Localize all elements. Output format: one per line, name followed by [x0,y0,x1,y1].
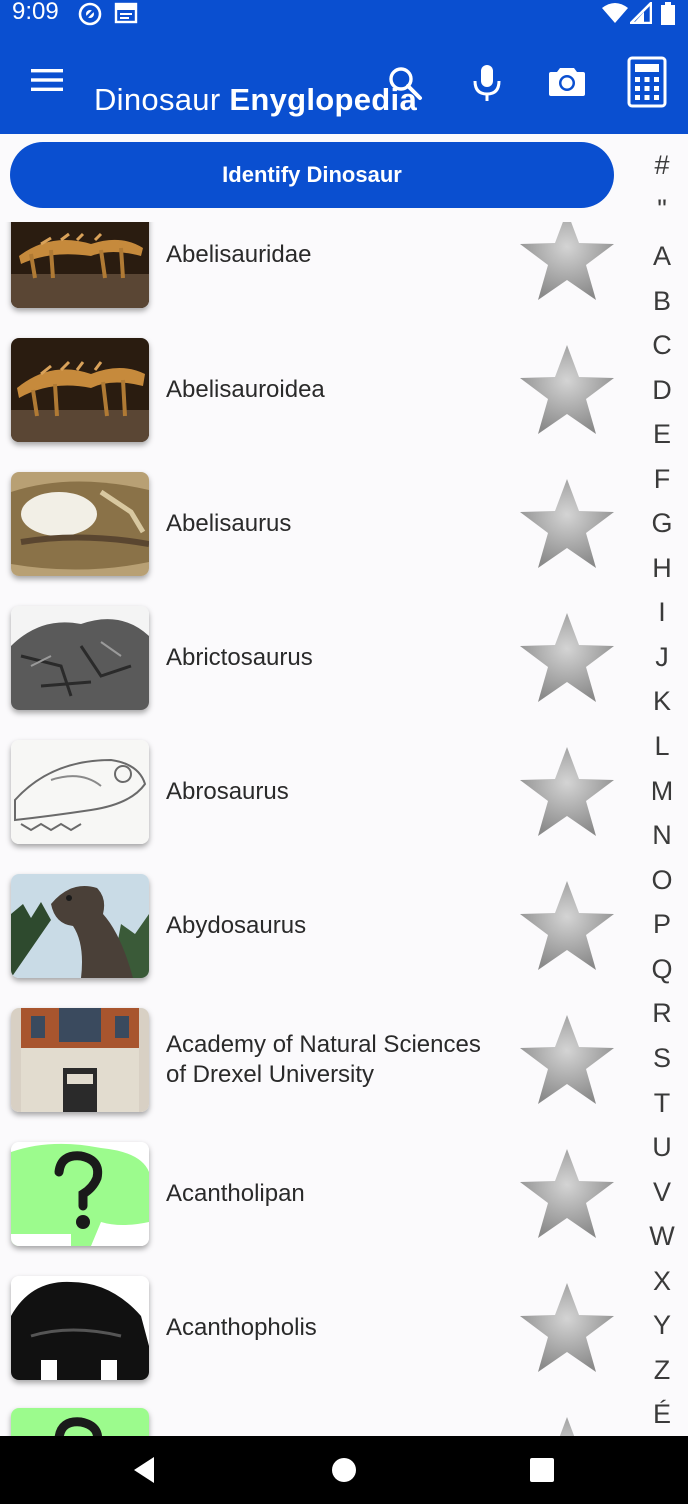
index-letter[interactable]: N [630,820,688,851]
index-letter[interactable]: O [630,865,688,896]
sim-card-icon [114,2,138,29]
dinosaur-name: Abrictosaurus [166,644,313,671]
alphabet-index[interactable]: # " A B C D E F G H I J K L M N O P Q R … [630,146,688,1436]
star-icon[interactable] [516,1145,618,1243]
index-letter[interactable]: D [630,375,688,406]
dinosaur-thumbnail [11,1408,149,1436]
star-icon[interactable] [516,743,618,841]
list-item[interactable]: Abrictosaurus [0,591,630,725]
status-bar: 9:09 [0,0,688,30]
navigation-bar [0,1436,688,1504]
dinosaur-thumbnail [11,222,149,308]
index-letter[interactable]: Q [630,954,688,985]
index-letter[interactable]: C [630,330,688,361]
dinosaur-thumbnail [11,874,149,978]
index-letter[interactable]: G [630,508,688,539]
list-item[interactable] [0,1395,630,1436]
index-letter[interactable]: J [630,642,688,673]
star-icon[interactable] [516,1279,618,1377]
index-letter[interactable]: F [630,464,688,495]
battery-icon [660,2,676,31]
index-letter[interactable]: A [630,241,688,272]
home-icon[interactable] [309,1436,379,1504]
list-item[interactable]: Abydosaurus [0,859,630,993]
dinosaur-thumbnail [11,472,149,576]
index-letter[interactable]: R [630,998,688,1029]
list-item[interactable]: Acantholipan [0,1127,630,1261]
star-icon[interactable] [516,475,618,573]
microphone-icon[interactable] [462,58,512,108]
dinosaur-name: Acantholipan [166,1180,305,1207]
index-letter[interactable]: K [630,686,688,717]
status-time: 9:09 [12,0,59,25]
index-letter[interactable]: X [630,1266,688,1297]
screen: 9:09 Dinosaur Enyglopedia Identify Dinos… [0,0,688,1504]
dinosaur-name: Abrosaurus [166,778,289,805]
signal-icon [627,0,653,29]
index-letter[interactable]: P [630,909,688,940]
list-item[interactable]: Abelisauroidea [0,323,630,457]
dinosaur-name: Abydosaurus [166,912,307,939]
list-item[interactable]: Acanthopholis [0,1261,630,1395]
index-letter[interactable]: # [630,150,688,181]
recents-icon[interactable] [507,1436,577,1504]
page-title: Dinosaur Enyglopedia [94,82,417,118]
index-letter[interactable]: T [630,1088,688,1119]
wifi-icon [601,2,629,29]
list-item[interactable]: Abelisaurus [0,457,630,591]
dinosaur-thumbnail [11,338,149,442]
star-icon[interactable] [516,341,618,439]
star-icon[interactable] [516,222,618,305]
star-icon[interactable] [516,1011,618,1109]
calculator-icon[interactable] [624,54,670,110]
index-letter[interactable]: B [630,286,688,317]
list-item[interactable]: Abrosaurus [0,725,630,859]
index-letter[interactable]: M [630,776,688,807]
back-icon[interactable] [110,1436,180,1504]
index-letter[interactable]: U [630,1132,688,1163]
star-icon[interactable] [516,1413,618,1436]
list-item[interactable]: Abelisauridae [0,222,630,323]
index-letter[interactable]: " [630,194,688,225]
menu-icon[interactable] [22,58,72,102]
index-letter[interactable]: V [630,1177,688,1208]
app-bar: Dinosaur Enyglopedia [0,30,688,134]
index-letter[interactable]: I [630,597,688,628]
index-letter[interactable]: Z [630,1355,688,1386]
index-letter[interactable]: Y [630,1310,688,1341]
index-letter[interactable]: E [630,419,688,450]
dinosaur-name: Acanthopholis [166,1314,317,1341]
dinosaur-thumbnail [11,740,149,844]
star-icon[interactable] [516,609,618,707]
camera-icon[interactable] [542,58,592,104]
index-letter[interactable]: L [630,731,688,762]
dinosaur-name: Abelisauroidea [166,376,325,403]
page-title-part1: Dinosaur [94,82,230,117]
dinosaur-thumbnail [11,606,149,710]
dinosaur-thumbnail [11,1276,149,1380]
at-sign-icon [78,2,102,31]
dinosaur-thumbnail [11,1008,149,1112]
dinosaur-name: Abelisauridae [166,241,312,268]
list-item[interactable]: Academy of Natural Sciences of Drexel Un… [0,993,630,1127]
index-letter[interactable]: W [630,1221,688,1252]
index-letter[interactable]: H [630,553,688,584]
identify-dinosaur-button[interactable]: Identify Dinosaur [10,142,614,208]
search-icon[interactable] [382,60,428,106]
dinosaur-name: Academy of Natural Sciences of Drexel Un… [166,1031,481,1088]
dinosaur-thumbnail [11,1142,149,1246]
index-letter[interactable]: S [630,1043,688,1074]
dinosaur-name: Abelisaurus [166,510,292,537]
index-letter[interactable]: É [630,1399,688,1430]
star-icon[interactable] [516,877,618,975]
dinosaur-list[interactable]: Abelisauridae Abelisauroidea Abelisaurus [0,222,630,1436]
